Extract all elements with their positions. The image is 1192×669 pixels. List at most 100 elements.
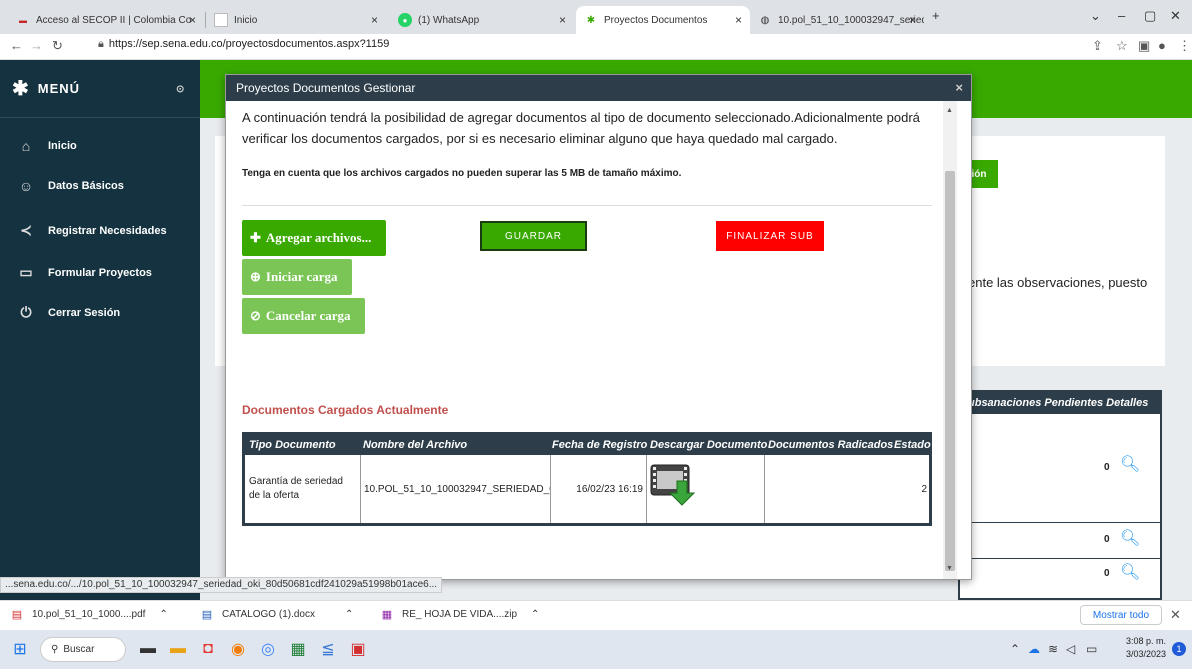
taskbar-search[interactable]: ⚲ Buscar xyxy=(40,637,126,662)
cancel-upload-button[interactable]: ⊘ Cancelar carga xyxy=(242,298,365,334)
chevron-down-icon[interactable]: ⌄ xyxy=(1090,8,1101,24)
sidebar-item-cerrar-sesion[interactable]: ⏻ Cerrar Sesión xyxy=(16,304,120,321)
minimize-icon[interactable]: – xyxy=(1118,8,1125,23)
close-window-icon[interactable]: ✕ xyxy=(1170,8,1181,24)
close-downloads-icon[interactable]: ✕ xyxy=(1170,607,1181,623)
volume-icon[interactable]: ◁ xyxy=(1066,642,1075,656)
cell-nombre: 10.POL_51_10_100032947_SERIEDAD_Oki xyxy=(361,455,551,523)
forward-icon[interactable]: → xyxy=(30,38,43,53)
onedrive-icon[interactable]: ☁ xyxy=(1028,642,1040,656)
magnifier-icon[interactable]: 🔍︎ xyxy=(1120,528,1140,548)
save-button[interactable]: GUARDAR xyxy=(480,221,587,251)
kebab-menu-icon[interactable]: ⋮ xyxy=(1178,38,1191,54)
address-bar: ← → ↻ 🔒︎ https://sep.sena.edu.co/proyecto… xyxy=(0,34,1192,60)
magnifier-icon[interactable]: 🔍︎ xyxy=(1120,562,1140,582)
menu-title: MENÚ xyxy=(37,81,81,96)
scroll-up-arrow-icon[interactable]: ▲ xyxy=(946,107,953,114)
button-label: Agregar archivos... xyxy=(265,230,372,245)
sidebar-item-formular-proyectos[interactable]: ▭ Formular Proyectos xyxy=(16,264,152,281)
magnifier-icon[interactable]: 🔍︎ xyxy=(1120,454,1140,474)
url-field[interactable]: 🔒︎ https://sep.sena.edu.co/proyectosdocum… xyxy=(98,38,389,51)
close-icon[interactable]: × xyxy=(955,80,963,95)
close-tab-icon[interactable]: × xyxy=(559,13,566,27)
tab-secop[interactable]: ▬ Acceso al SECOP II | Colombia Co × xyxy=(8,6,204,34)
show-all-button[interactable]: Mostrar todo xyxy=(1080,605,1162,625)
column-header: Descargar Documento xyxy=(650,439,768,451)
close-tab-icon[interactable]: × xyxy=(371,13,378,27)
tab-pdf[interactable]: ◍ 10.pol_51_10_100032947_seriedad × xyxy=(750,6,924,34)
wifi-icon[interactable]: ≋ xyxy=(1048,642,1058,656)
background-table: ubsanaciones Pendientes Detalles 0 🔍︎ 0 … xyxy=(958,390,1162,600)
tab-inicio[interactable]: Inicio × xyxy=(206,6,386,34)
chevron-up-icon[interactable]: ⌃ xyxy=(159,609,167,620)
modal-body: A continuación tendrá la posibilidad de … xyxy=(226,101,943,579)
intro-text: A continuación tendrá la posibilidad de … xyxy=(242,110,920,146)
button-label: Cancelar carga xyxy=(265,308,351,323)
sidebar-item-label: Formular Proyectos xyxy=(48,266,152,279)
share-page-icon[interactable]: ⇪ xyxy=(1092,38,1103,54)
size-note: Tenga en cuenta que los archivos cargado… xyxy=(242,168,682,179)
pending-count: 0 xyxy=(1104,462,1110,473)
toggle-menu-icon[interactable]: ⊙ xyxy=(176,84,185,95)
notification-badge[interactable]: 1 xyxy=(1172,642,1186,656)
sidebar-item-inicio[interactable]: ⌂ Inicio xyxy=(16,138,77,154)
firefox-icon[interactable]: ◉ xyxy=(226,637,250,661)
column-header: Tipo Documento xyxy=(249,439,336,451)
start-upload-button[interactable]: ⊕ Iniciar carga xyxy=(242,259,352,295)
tab-label: Acceso al SECOP II | Colombia Co xyxy=(36,14,192,26)
tab-proyectos-documentos[interactable]: ✱ Proyectos Documentos × xyxy=(576,6,750,34)
sidebar-item-registrar-necesidades[interactable]: ≺ Registrar Necesidades xyxy=(16,222,167,239)
row-divider xyxy=(960,522,1160,523)
modal-title: Proyectos Documentos Gestionar xyxy=(236,81,416,95)
file-explorer-icon[interactable]: ▬ xyxy=(166,637,190,661)
uploaded-docs-title: Documentos Cargados Actualmente xyxy=(242,403,449,417)
clock-time: 3:08 p. m. xyxy=(1126,636,1167,646)
docx-icon: ▤ xyxy=(201,608,213,621)
chrome-icon[interactable]: ◎ xyxy=(256,637,280,661)
sidebar-item-datos-basicos[interactable]: ☺ Datos Básicos xyxy=(16,178,124,194)
restore-icon[interactable]: ▢ xyxy=(1144,8,1156,24)
scroll-thumb[interactable] xyxy=(945,171,955,571)
page-content: ✱ MENÚ ⊙ ⌂ Inicio ☺ Datos Básicos ≺ Registr… xyxy=(0,60,1192,600)
close-tab-icon[interactable]: × xyxy=(909,13,916,27)
profile-icon[interactable]: ● xyxy=(1158,38,1166,53)
divider xyxy=(242,205,932,206)
task-view-icon[interactable]: ▬ xyxy=(136,637,160,661)
tab-label: Inicio xyxy=(234,14,258,26)
upload-circle-icon: ⊕ xyxy=(250,269,261,284)
back-icon[interactable]: ← xyxy=(10,38,23,53)
download-item-pdf[interactable]: ▤ 10.pol_51_10_1000....pdf ⌃ xyxy=(10,607,168,621)
sidebar: ✱ MENÚ ⊙ ⌂ Inicio ☺ Datos Básicos ≺ Registr… xyxy=(0,60,200,600)
download-video-icon[interactable] xyxy=(649,463,697,507)
globe-icon: ◍ xyxy=(760,14,770,26)
sidepanel-icon[interactable]: ▣ xyxy=(1138,38,1150,54)
taskbar-clock[interactable]: 3:08 p. m. 3/03/2023 xyxy=(1126,635,1166,661)
reload-icon[interactable]: ↻ xyxy=(52,38,63,54)
pdf-reader-icon[interactable]: ▣ xyxy=(346,637,370,661)
excel-icon[interactable]: ▦ xyxy=(286,637,310,661)
background-table-header: ubsanaciones Pendientes Detalles xyxy=(960,392,1160,414)
tab-whatsapp[interactable]: ● (1) WhatsApp × xyxy=(390,6,574,34)
new-tab-button[interactable]: + xyxy=(932,8,940,23)
download-item-docx[interactable]: ▤ CATALOGO (1).docx ⌃ xyxy=(200,607,354,621)
windows-start-icon[interactable]: ⊞ xyxy=(8,637,32,661)
secop-icon: ▬ xyxy=(19,15,27,25)
browser-tab-bar: ▬ Acceso al SECOP II | Colombia Co × Ini… xyxy=(0,0,1192,34)
chevron-up-icon[interactable]: ⌃ xyxy=(531,609,539,620)
close-tab-icon[interactable]: × xyxy=(189,13,196,27)
chevron-up-icon[interactable]: ⌃ xyxy=(345,609,353,620)
download-item-zip[interactable]: ▦ RE_ HOJA DE VIDA....zip ⌃ xyxy=(380,607,540,621)
tab-label: Proyectos Documentos xyxy=(604,14,708,26)
modal-scrollbar[interactable]: ▲ ▼ xyxy=(943,101,957,579)
close-tab-icon[interactable]: × xyxy=(735,13,742,27)
scroll-down-arrow-icon[interactable]: ▼ xyxy=(946,565,953,572)
add-files-button[interactable]: ✚ Agregar archivos... xyxy=(242,220,386,256)
office-icon[interactable]: ◘ xyxy=(196,637,220,661)
app-icon[interactable]: ≦ xyxy=(316,637,340,661)
bookmark-star-icon[interactable]: ☆ xyxy=(1116,38,1128,54)
tray-chevron-icon[interactable]: ⌃ xyxy=(1010,642,1020,656)
cell-tipo: Garantía de seriedad de la oferta xyxy=(245,455,361,523)
sena-logo-icon: ✱ xyxy=(586,14,596,26)
finish-button[interactable]: FINALIZAR SUB xyxy=(716,221,824,251)
battery-icon[interactable]: ▭ xyxy=(1086,642,1097,656)
